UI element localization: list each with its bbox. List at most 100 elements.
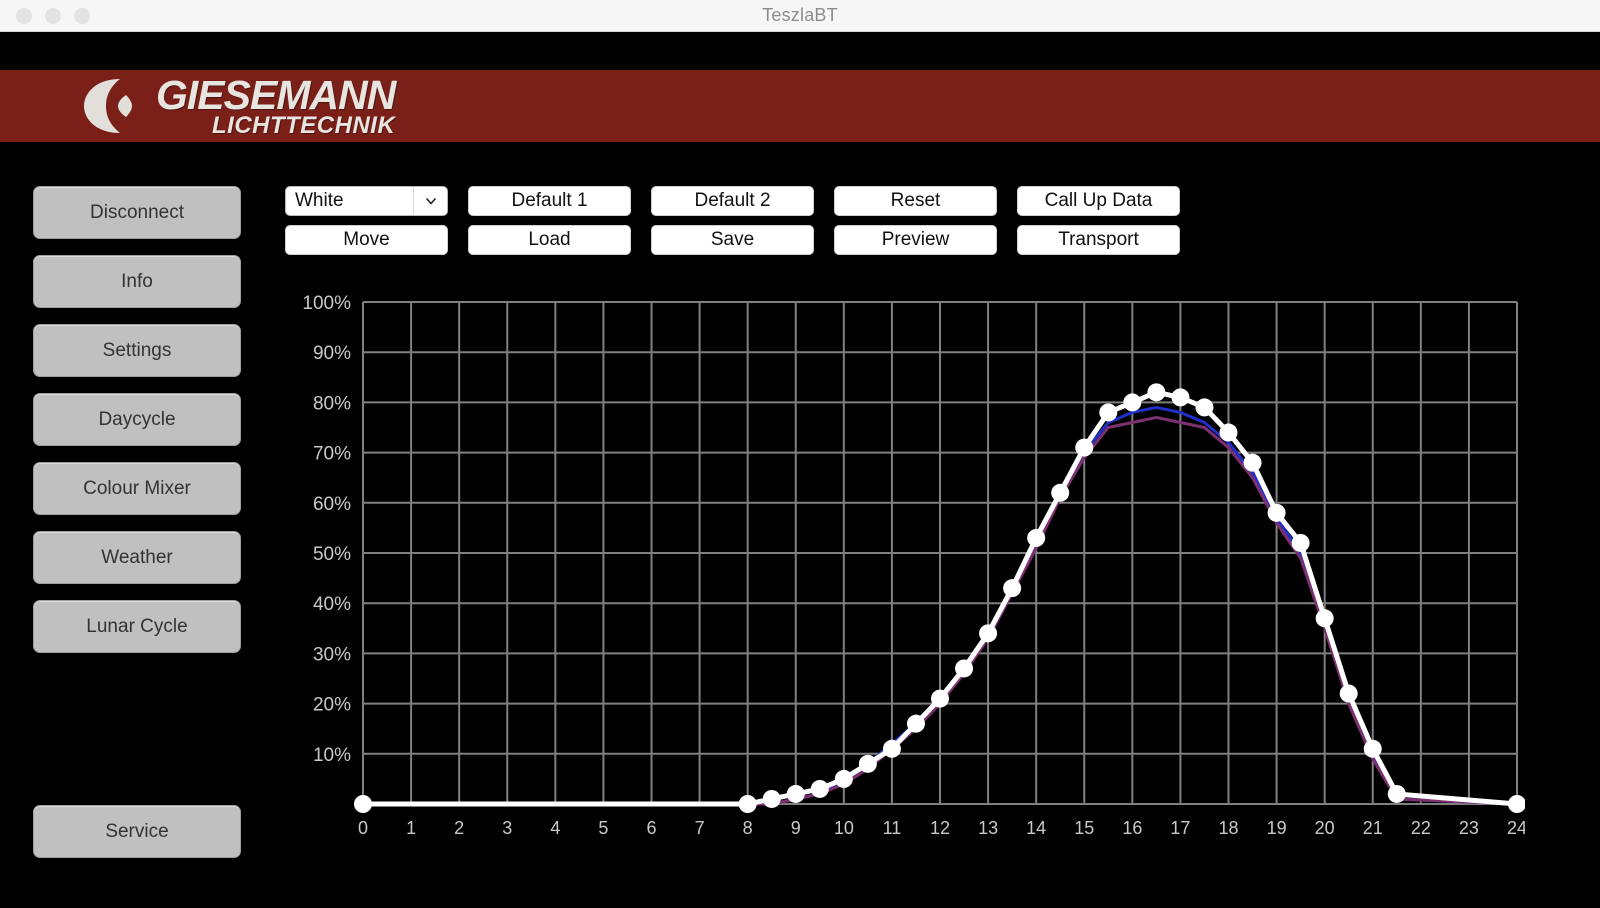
chart-ytick-label: 30% bbox=[313, 644, 351, 665]
chart-data-point bbox=[1387, 784, 1406, 803]
transport-button[interactable]: Transport bbox=[1017, 225, 1180, 255]
chart-ytick-label: 90% bbox=[313, 343, 351, 364]
button-label: Save bbox=[710, 229, 755, 250]
daycycle-chart[interactable]: 10% 20% 30% 40% 50% 60% 70% 80% 90% 100% 0 1 2 3 4 5 6 7 8… bbox=[285, 292, 1525, 852]
chart-ytick-label: 100% bbox=[302, 293, 351, 314]
chart-data-point bbox=[1051, 483, 1070, 502]
sidebar-item-label: Service bbox=[105, 820, 169, 842]
chart-xtick-label: 12 bbox=[930, 818, 950, 838]
chart-data-point bbox=[1243, 453, 1262, 472]
sidebar-item-label: Settings bbox=[102, 339, 172, 361]
brand-name: GIESEMANN bbox=[156, 72, 396, 118]
chevron-down-icon[interactable] bbox=[413, 187, 447, 215]
chart-data-point bbox=[1123, 393, 1142, 412]
chart-xtick-label: 22 bbox=[1411, 818, 1431, 838]
chart-xtick-label: 13 bbox=[978, 818, 998, 838]
sidebar-item-label: Colour Mixer bbox=[83, 477, 191, 499]
chart-ytick-label: 80% bbox=[313, 393, 351, 414]
chart-xtick-label: 11 bbox=[883, 818, 902, 838]
chart-data-point bbox=[979, 624, 998, 643]
chart-xtick-label: 5 bbox=[598, 818, 608, 838]
chart-data-point bbox=[1339, 684, 1358, 703]
default-2-button[interactable]: Default 2 bbox=[651, 186, 814, 216]
window-title: TeszlaBT bbox=[762, 5, 838, 25]
sidebar-item-weather[interactable]: Weather bbox=[33, 531, 241, 584]
brand-banner: GIESEMANN LICHTTECHNIK bbox=[0, 70, 1600, 142]
brand-wordmark: GIESEMANN LICHTTECHNIK bbox=[156, 72, 396, 138]
chart-xtick-label: 21 bbox=[1363, 818, 1383, 838]
chart-data-point bbox=[1099, 403, 1118, 422]
sidebar-nav: Disconnect Info Settings Daycycle Colour… bbox=[33, 186, 241, 669]
channel-select[interactable]: White bbox=[285, 186, 448, 216]
chart-data-point bbox=[1075, 438, 1094, 457]
chart-data-point bbox=[1267, 503, 1286, 522]
sidebar-item-settings[interactable]: Settings bbox=[33, 324, 241, 377]
chart-xtick-label: 7 bbox=[695, 818, 705, 838]
chart-xtick-label: 10 bbox=[834, 818, 854, 838]
load-button[interactable]: Load bbox=[468, 225, 631, 255]
chart-xtick-label: 17 bbox=[1170, 818, 1190, 838]
chart-ytick-label: 20% bbox=[313, 695, 351, 716]
sidebar-item-info[interactable]: Info bbox=[33, 255, 241, 308]
chart-data-point bbox=[354, 795, 372, 813]
chart-ytick-label: 60% bbox=[313, 494, 351, 515]
chart-xtick-label: 4 bbox=[550, 818, 560, 838]
chart-data-point bbox=[906, 714, 925, 733]
sidebar-item-disconnect[interactable]: Disconnect bbox=[33, 186, 241, 239]
sidebar-item-label: Lunar Cycle bbox=[86, 615, 188, 637]
chart-xtick-label: 19 bbox=[1267, 818, 1287, 838]
toolbar-row-1: White Default 1 Default 2 Reset Call Up … bbox=[285, 186, 1180, 216]
button-label: Preview bbox=[881, 229, 950, 250]
header-spacer bbox=[0, 32, 1600, 70]
chart-xtick-label: 14 bbox=[1026, 818, 1046, 838]
chart-data-point bbox=[1195, 398, 1214, 417]
move-button[interactable]: Move bbox=[285, 225, 448, 255]
giesemann-crescent-icon bbox=[80, 75, 142, 137]
chart-data-point bbox=[1147, 383, 1166, 402]
main-content: Disconnect Info Settings Daycycle Colour… bbox=[0, 142, 1600, 908]
chart-data-point bbox=[738, 795, 757, 813]
chart-data-point bbox=[882, 739, 901, 758]
sidebar-item-lunar-cycle[interactable]: Lunar Cycle bbox=[33, 600, 241, 653]
chart-data-point bbox=[834, 769, 853, 788]
brand-logo: GIESEMANN LICHTTECHNIK bbox=[80, 70, 396, 142]
call-up-data-button[interactable]: Call Up Data bbox=[1017, 186, 1180, 216]
app-window: TeszlaBT GIESEMANN LICHTTECHNIK Disconne… bbox=[0, 0, 1600, 908]
preview-button[interactable]: Preview bbox=[834, 225, 997, 255]
toolbar: White Default 1 Default 2 Reset Call Up … bbox=[285, 186, 1180, 264]
chart-data-point bbox=[1219, 423, 1238, 442]
chart-xtick-label: 1 bbox=[406, 818, 416, 838]
sidebar-item-label: Daycycle bbox=[98, 408, 176, 430]
chart-ytick-label: 40% bbox=[313, 594, 351, 615]
chart-xtick-label: 24 bbox=[1507, 818, 1525, 838]
chart-data-point bbox=[1003, 579, 1022, 598]
chart-data-point bbox=[1171, 388, 1190, 407]
chart-data-point bbox=[1363, 739, 1382, 758]
chart-xtick-label: 9 bbox=[791, 818, 801, 838]
sidebar-item-colour-mixer[interactable]: Colour Mixer bbox=[33, 462, 241, 515]
chart-xtick-label: 16 bbox=[1122, 818, 1142, 838]
button-label: Move bbox=[343, 229, 390, 250]
chart-data-point bbox=[786, 784, 805, 803]
default-1-button[interactable]: Default 1 bbox=[468, 186, 631, 216]
chart-data-point bbox=[1291, 533, 1310, 552]
chart-ytick-label: 50% bbox=[313, 544, 351, 565]
reset-button[interactable]: Reset bbox=[834, 186, 997, 216]
button-label: Reset bbox=[890, 190, 941, 211]
button-label: Transport bbox=[1058, 229, 1139, 250]
sidebar-item-label: Disconnect bbox=[90, 201, 184, 223]
chart-data-point bbox=[931, 689, 949, 708]
sidebar-item-label: Weather bbox=[101, 546, 173, 568]
sidebar-item-daycycle[interactable]: Daycycle bbox=[33, 393, 241, 446]
save-button[interactable]: Save bbox=[651, 225, 814, 255]
chart-xtick-label: 20 bbox=[1315, 818, 1335, 838]
chart-data-point bbox=[1027, 528, 1046, 547]
chart-xtick-label: 6 bbox=[646, 818, 656, 838]
toolbar-row-2: Move Load Save Preview Transport bbox=[285, 225, 1180, 255]
button-label: Default 1 bbox=[511, 190, 588, 211]
chart-data-point bbox=[955, 659, 974, 678]
chart-xtick-label: 3 bbox=[502, 818, 512, 838]
sidebar-item-service[interactable]: Service bbox=[33, 805, 241, 858]
chart-data-point bbox=[810, 779, 829, 798]
daycycle-chart-svg[interactable]: 10%20%30%40%50%60%70%80%90%100%0 1 2 3 4 5 6 7 8… bbox=[285, 292, 1525, 852]
